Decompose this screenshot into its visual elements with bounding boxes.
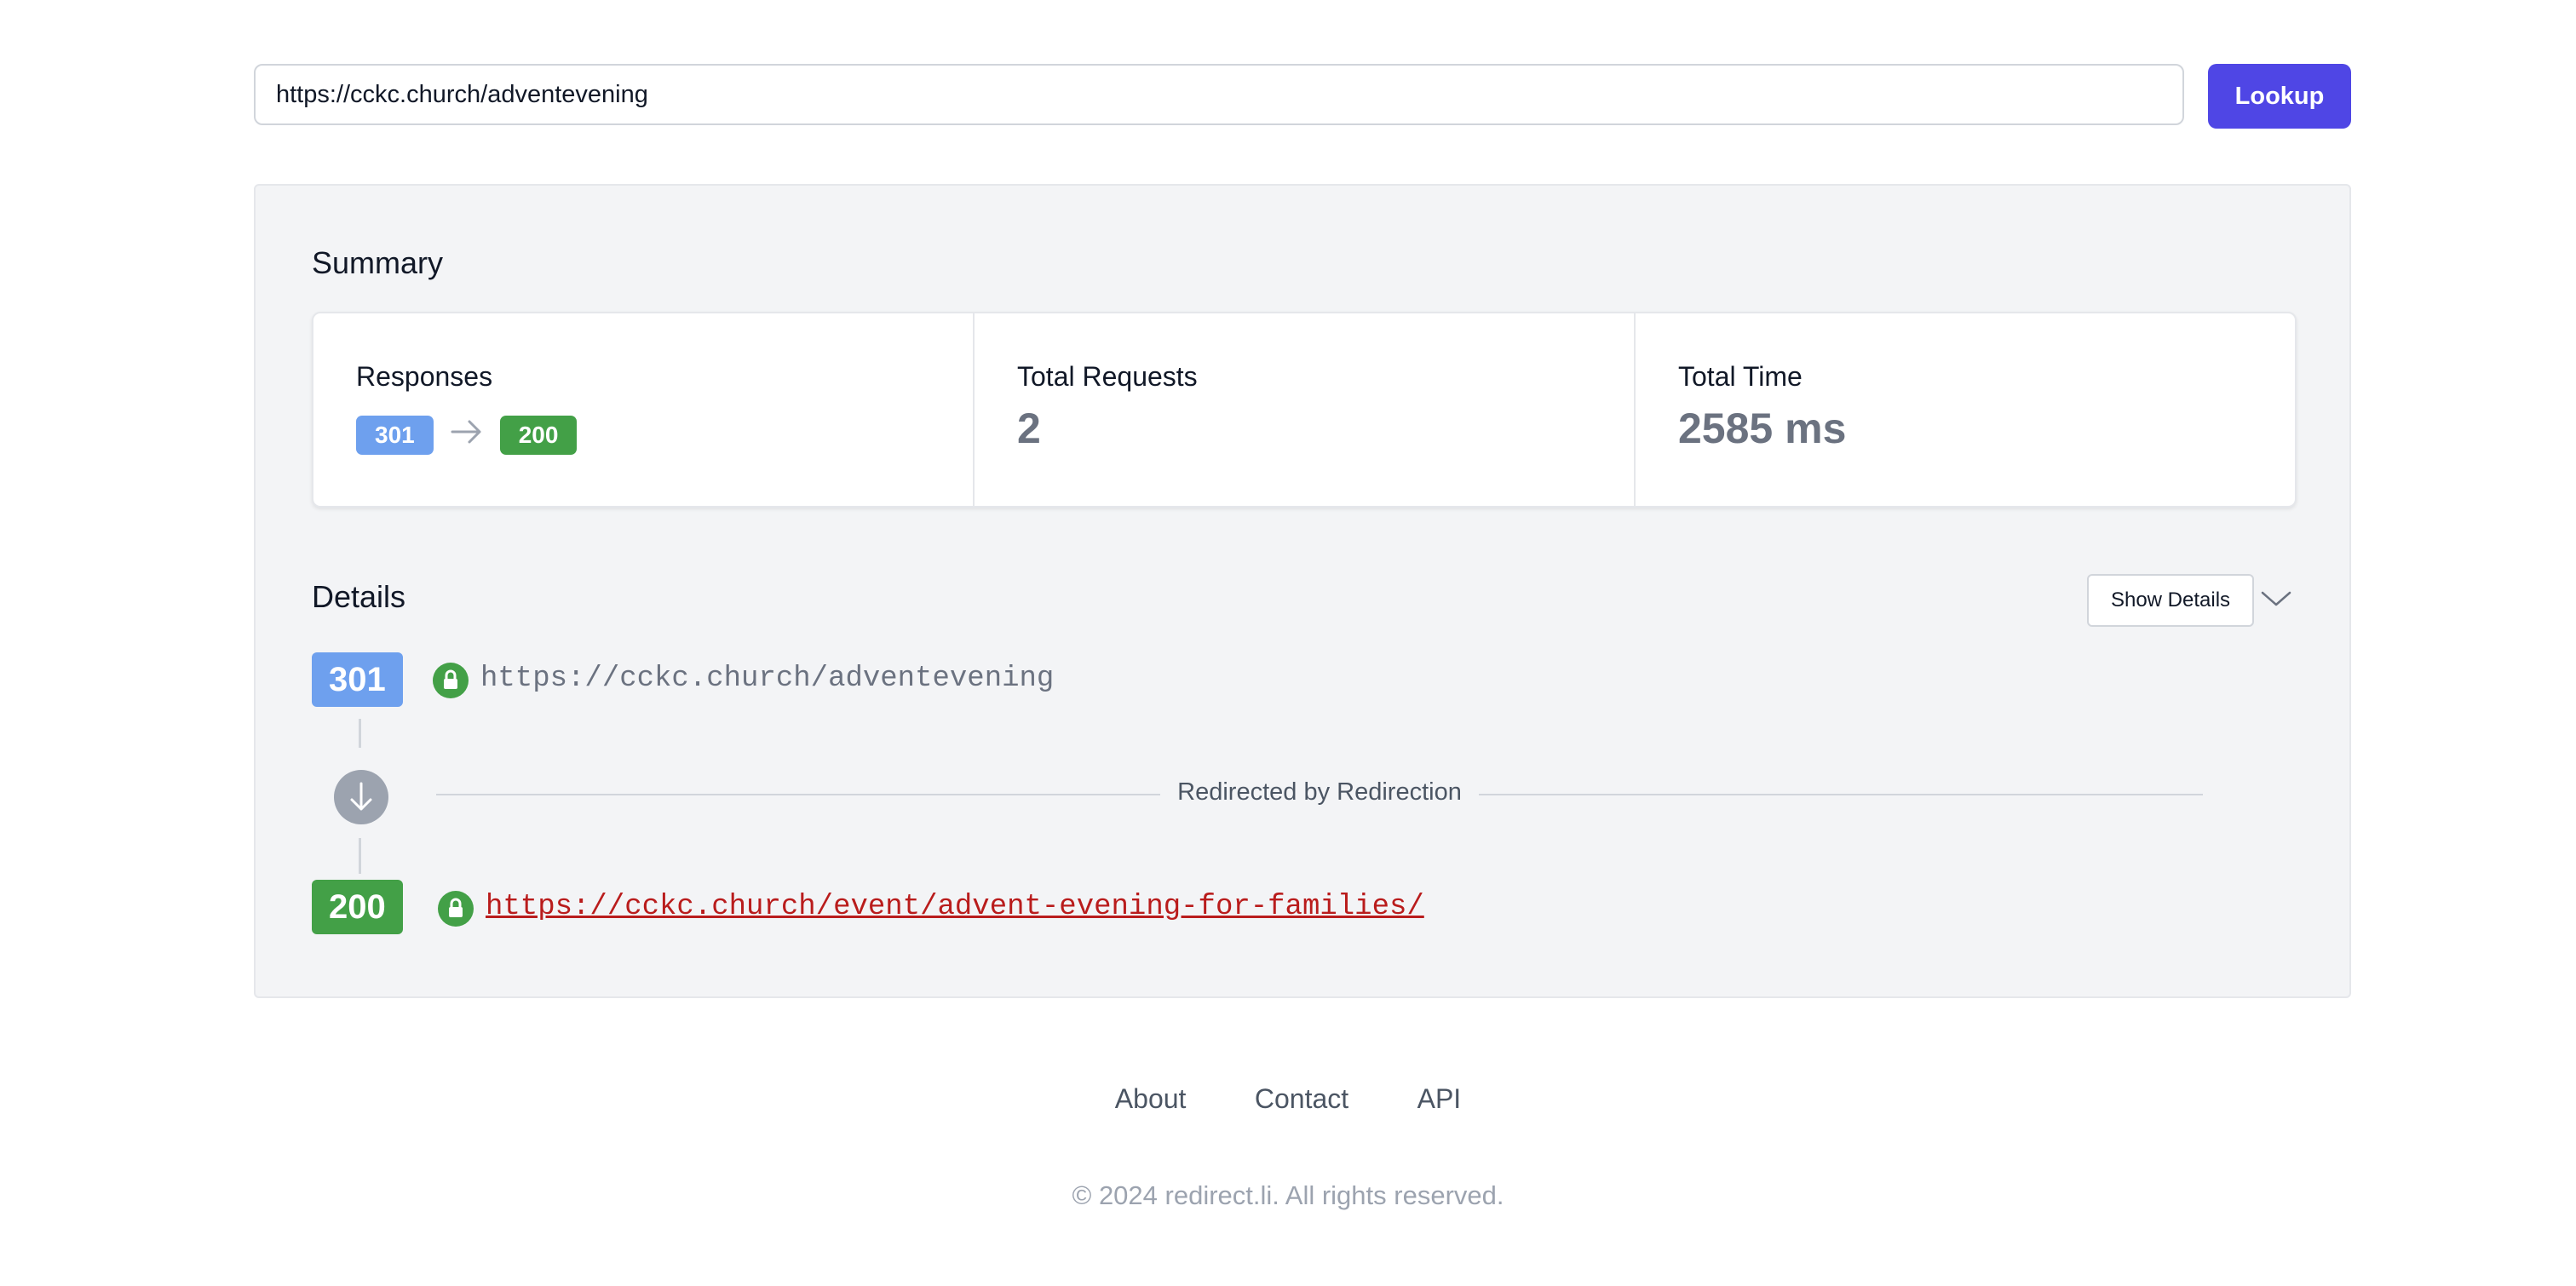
footer-nav: About Contact API	[0, 1083, 2576, 1115]
total-time-value: 2585 ms	[1678, 405, 1847, 452]
chain-connector	[359, 838, 361, 874]
hop-status-badge: 301	[312, 652, 403, 707]
total-requests-value: 2	[1017, 405, 1041, 452]
response-chain: 301 200	[356, 416, 578, 455]
lookup-form: Lookup	[254, 64, 2351, 129]
summary-stats: Responses 301 200 Total Requests 2 Total…	[312, 312, 2297, 508]
arrow-down-icon	[334, 770, 388, 824]
footer-link-contact[interactable]: Contact	[1255, 1083, 1348, 1115]
total-time-label: Total Time	[1678, 361, 1803, 392]
lock-icon	[433, 663, 469, 698]
status-badge: 301	[356, 416, 434, 455]
arrow-right-icon	[451, 419, 483, 452]
stat-responses: Responses 301 200	[313, 313, 975, 506]
total-requests-label: Total Requests	[1017, 361, 1198, 392]
summary-heading: Summary	[312, 245, 444, 280]
hop-url: https://cckc.church/adventevening	[480, 663, 1055, 695]
footer-link-about[interactable]: About	[1115, 1083, 1187, 1115]
status-badge: 200	[499, 416, 578, 455]
divider	[436, 794, 1160, 795]
copyright: © 2024 redirect.li. All rights reserved.	[1072, 1180, 1504, 1210]
stat-total-time: Total Time 2585 ms	[1636, 313, 2295, 506]
hop-status-badge: 200	[312, 880, 403, 934]
stat-total-requests: Total Requests 2	[975, 313, 1636, 506]
chain-connector	[359, 719, 361, 748]
details-heading: Details	[312, 579, 406, 614]
show-details-button[interactable]: Show Details	[2087, 574, 2254, 627]
url-input[interactable]	[254, 64, 2184, 125]
responses-label: Responses	[356, 361, 493, 392]
lock-icon	[438, 891, 474, 927]
footer-link-api[interactable]: API	[1417, 1083, 1462, 1115]
divider	[1479, 794, 2203, 795]
redirect-label: Redirected by Redirection	[1177, 778, 1462, 806]
chevron-down-icon[interactable]	[2259, 586, 2293, 611]
results-panel: Summary Responses 301 200 Total Requests…	[254, 184, 2351, 998]
final-url-link[interactable]: https://cckc.church/event/advent-evening…	[486, 891, 1424, 923]
lookup-button[interactable]: Lookup	[2208, 64, 2351, 129]
